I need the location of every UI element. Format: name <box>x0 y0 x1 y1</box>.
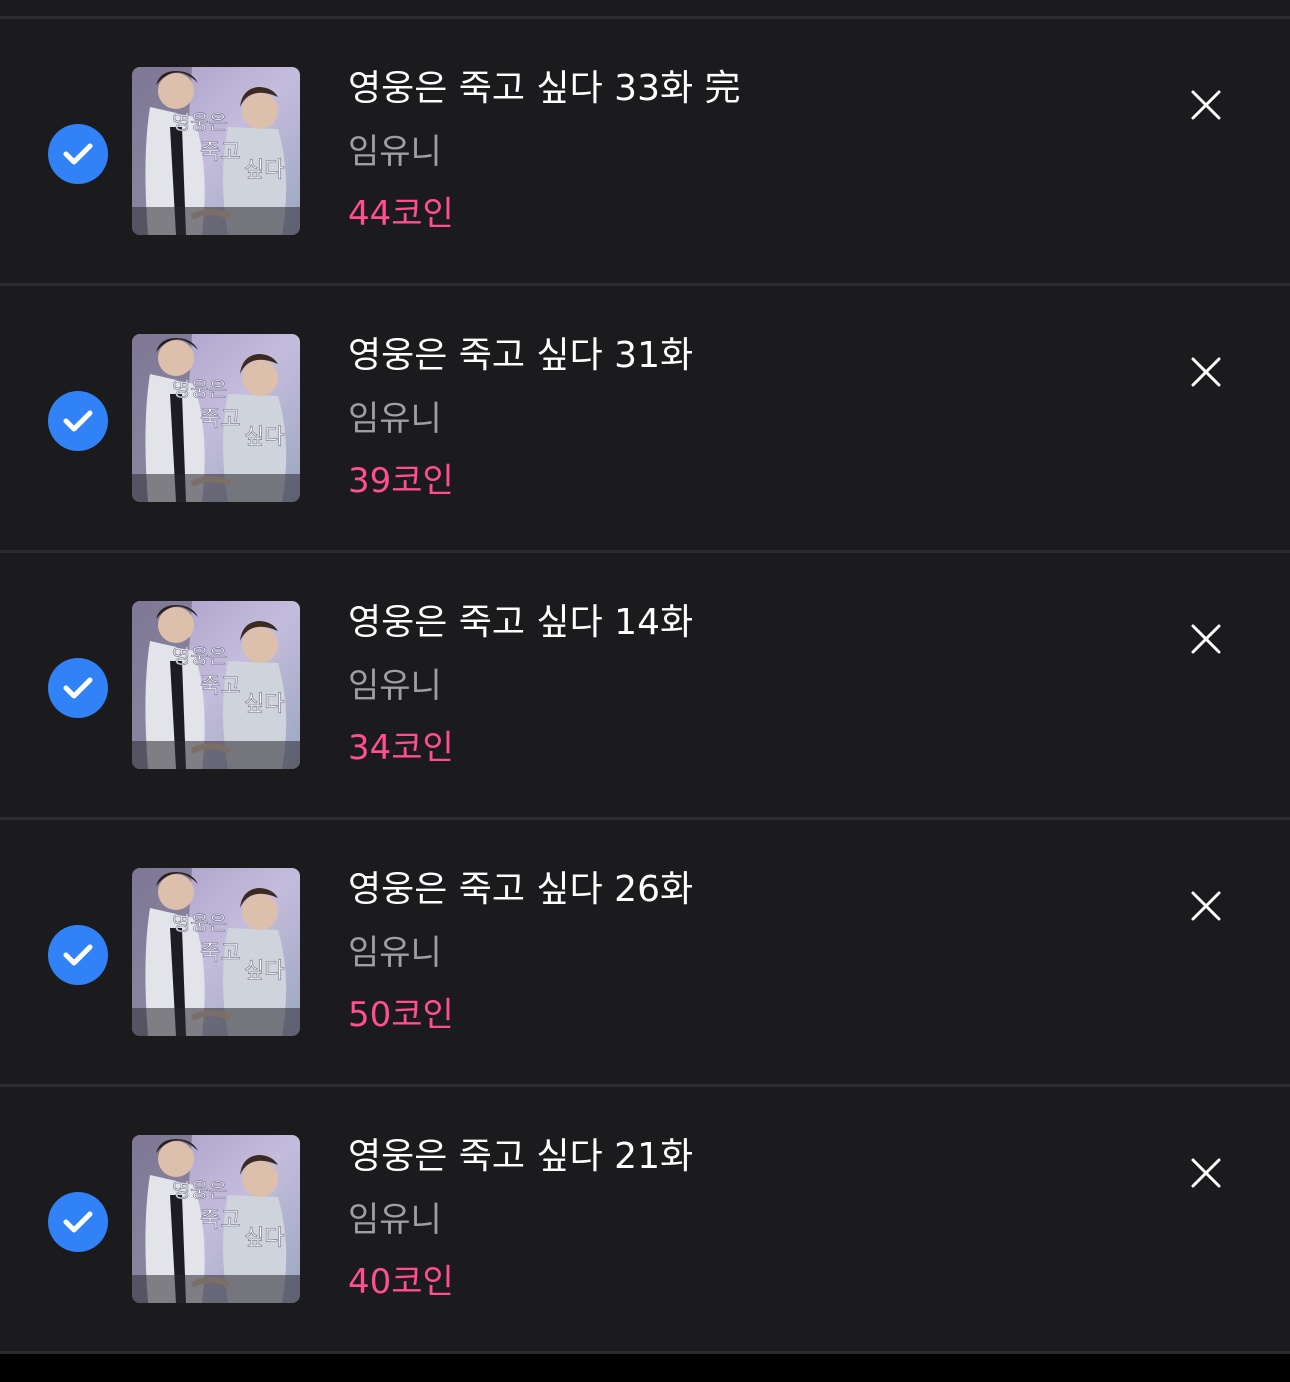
close-icon <box>1191 624 1221 654</box>
episode-title[interactable]: 영웅은 죽고 싶다 21화 <box>348 1135 693 1179</box>
price-label: 44코인 <box>348 194 454 234</box>
cover-thumbnail[interactable]: 영웅은 죽고 싶다 <box>132 601 300 769</box>
cart-list: 영웅은 죽고 싶다 영웅은 죽고 싶다 33화 完 임유니 44코인 영웅은 죽… <box>0 16 1290 1354</box>
svg-text:죽고: 죽고 <box>200 1208 240 1233</box>
remove-button[interactable] <box>1180 79 1232 131</box>
check-icon <box>63 677 93 699</box>
check-icon <box>63 944 93 966</box>
author-name: 임유니 <box>348 399 442 439</box>
cover-thumbnail[interactable]: 영웅은 죽고 싶다 <box>132 67 300 235</box>
price-label: 40코인 <box>348 1262 454 1302</box>
item-checkbox[interactable] <box>48 391 108 451</box>
item-checkbox[interactable] <box>48 124 108 184</box>
svg-text:영웅은: 영웅은 <box>172 1178 227 1202</box>
close-icon <box>1191 357 1221 387</box>
svg-text:싶다: 싶다 <box>244 158 284 183</box>
cover-thumbnail[interactable]: 영웅은 죽고 싶다 <box>132 868 300 1036</box>
svg-text:영웅은: 영웅은 <box>172 644 227 668</box>
cart-item: 영웅은 죽고 싶다 영웅은 죽고 싶다 31화 임유니 39코인 <box>0 283 1290 550</box>
cart-item: 영웅은 죽고 싶다 영웅은 죽고 싶다 33화 完 임유니 44코인 <box>0 16 1290 283</box>
remove-button[interactable] <box>1180 1147 1232 1199</box>
remove-button[interactable] <box>1180 346 1232 398</box>
price-label: 50코인 <box>348 995 454 1035</box>
remove-button[interactable] <box>1180 880 1232 932</box>
top-strip <box>0 0 1290 16</box>
check-icon <box>63 143 93 165</box>
check-icon <box>63 1211 93 1233</box>
svg-text:죽고: 죽고 <box>200 674 240 699</box>
svg-text:죽고: 죽고 <box>200 941 240 966</box>
svg-text:죽고: 죽고 <box>200 407 240 432</box>
cart-item: 영웅은 죽고 싶다 영웅은 죽고 싶다 26화 임유니 50코인 <box>0 817 1290 1084</box>
episode-title[interactable]: 영웅은 죽고 싶다 31화 <box>348 334 693 378</box>
item-checkbox[interactable] <box>48 658 108 718</box>
close-icon <box>1191 90 1221 120</box>
price-label: 39코인 <box>348 461 454 501</box>
svg-text:싶다: 싶다 <box>244 1226 284 1251</box>
author-name: 임유니 <box>348 666 442 706</box>
svg-text:싶다: 싶다 <box>244 959 284 984</box>
cover-title-text: 영웅은 <box>172 110 227 134</box>
cart-item: 영웅은 죽고 싶다 영웅은 죽고 싶다 21화 임유니 40코인 <box>0 1084 1290 1354</box>
price-label: 34코인 <box>348 728 454 768</box>
episode-title[interactable]: 영웅은 죽고 싶다 14화 <box>348 601 693 645</box>
svg-text:싶다: 싶다 <box>244 692 284 717</box>
cart-item: 영웅은 죽고 싶다 영웅은 죽고 싶다 14화 임유니 34코인 <box>0 550 1290 817</box>
svg-text:죽고: 죽고 <box>200 140 240 165</box>
close-icon <box>1191 1158 1221 1188</box>
author-name: 임유니 <box>348 132 442 172</box>
author-name: 임유니 <box>348 1200 442 1240</box>
cover-thumbnail[interactable]: 영웅은 죽고 싶다 <box>132 334 300 502</box>
item-checkbox[interactable] <box>48 1192 108 1252</box>
remove-button[interactable] <box>1180 613 1232 665</box>
check-icon <box>63 410 93 432</box>
author-name: 임유니 <box>348 933 442 973</box>
episode-title[interactable]: 영웅은 죽고 싶다 33화 完 <box>348 67 741 111</box>
close-icon <box>1191 891 1221 921</box>
item-checkbox[interactable] <box>48 925 108 985</box>
episode-title[interactable]: 영웅은 죽고 싶다 26화 <box>348 868 693 912</box>
svg-text:싶다: 싶다 <box>244 425 284 450</box>
svg-text:영웅은: 영웅은 <box>172 911 227 935</box>
cover-thumbnail[interactable]: 영웅은 죽고 싶다 <box>132 1135 300 1303</box>
svg-text:영웅은: 영웅은 <box>172 377 227 401</box>
